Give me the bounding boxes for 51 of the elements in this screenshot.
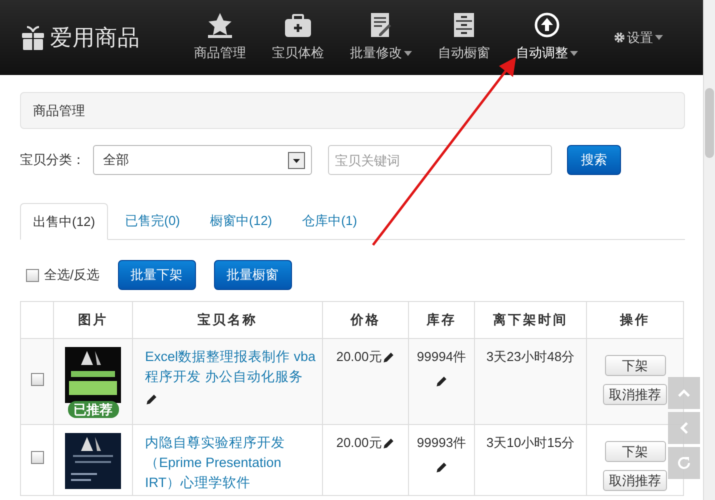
gift-logo-icon bbox=[22, 26, 44, 50]
document-edit-icon bbox=[370, 12, 392, 38]
bulk-action-button[interactable]: 批量下架 bbox=[118, 260, 196, 290]
search-button[interactable]: 搜索 bbox=[567, 145, 621, 175]
checkbox[interactable] bbox=[30, 451, 44, 464]
first-aid-kit-icon bbox=[284, 14, 312, 38]
stock-text: 99993件 bbox=[416, 434, 468, 452]
pencil-icon[interactable] bbox=[382, 351, 395, 364]
brand-name: 爱用商品 bbox=[50, 24, 140, 52]
select-all-label: 全选/反选 bbox=[44, 266, 100, 284]
nav-item[interactable]: 批量修改 bbox=[346, 12, 416, 63]
gear-icon bbox=[614, 32, 625, 43]
nav-item[interactable]: 商品管理 bbox=[190, 12, 250, 63]
scrollbar-thumb[interactable] bbox=[705, 88, 714, 158]
category-label: 宝贝分类： bbox=[20, 151, 85, 170]
pencil-icon[interactable] bbox=[145, 393, 158, 406]
checkbox[interactable] bbox=[30, 372, 44, 386]
tab[interactable]: 已售完(0) bbox=[112, 202, 194, 239]
chevron-left-icon bbox=[680, 422, 688, 434]
stock-text: 99994件 bbox=[416, 348, 468, 366]
recommended-badge: 已推荐 bbox=[68, 401, 118, 418]
breadcrumb-text: 商品管理 bbox=[33, 102, 85, 120]
tab[interactable]: 仓库中(1) bbox=[289, 202, 370, 239]
checkbox[interactable] bbox=[26, 268, 39, 282]
time-left-text: 3天10小时15分 bbox=[486, 435, 575, 450]
settings-menu[interactable]: 设置 bbox=[614, 28, 663, 48]
refresh-icon bbox=[677, 456, 691, 470]
price-text: 20.00元 bbox=[336, 435, 382, 450]
pencil-icon[interactable] bbox=[435, 460, 448, 474]
row-action-button[interactable]: 下架 bbox=[604, 441, 666, 462]
tab[interactable]: 出售中(12) bbox=[20, 203, 108, 240]
caret-icon bbox=[655, 35, 663, 40]
pencil-icon[interactable] bbox=[435, 374, 448, 388]
star-icon bbox=[206, 12, 234, 38]
upload-circle-icon bbox=[534, 12, 560, 38]
row-action-button[interactable]: 取消推荐 bbox=[603, 470, 667, 491]
category-select[interactable]: 全部 bbox=[93, 145, 312, 175]
price-text: 20.00元 bbox=[336, 349, 382, 364]
tab[interactable]: 橱窗中(12) bbox=[197, 202, 286, 239]
time-left-text: 3天23小时48分 bbox=[486, 349, 575, 364]
keyword-field[interactable]: 宝贝关键词 bbox=[328, 145, 552, 175]
column-header: 宝贝名称 bbox=[132, 302, 322, 338]
row-action-button[interactable]: 取消推荐 bbox=[603, 384, 667, 405]
nav-item[interactable]: 宝贝体检 bbox=[268, 14, 328, 63]
nav-item[interactable]: 自动调整 bbox=[512, 12, 582, 63]
chevron-up-icon bbox=[678, 389, 690, 397]
pencil-icon[interactable] bbox=[382, 437, 395, 450]
bulk-action-button[interactable]: 批量橱窗 bbox=[214, 260, 292, 290]
nav-item[interactable]: 自动橱窗 bbox=[434, 12, 494, 63]
row-action-button[interactable]: 下架 bbox=[604, 355, 666, 376]
cabinet-icon bbox=[453, 12, 475, 38]
